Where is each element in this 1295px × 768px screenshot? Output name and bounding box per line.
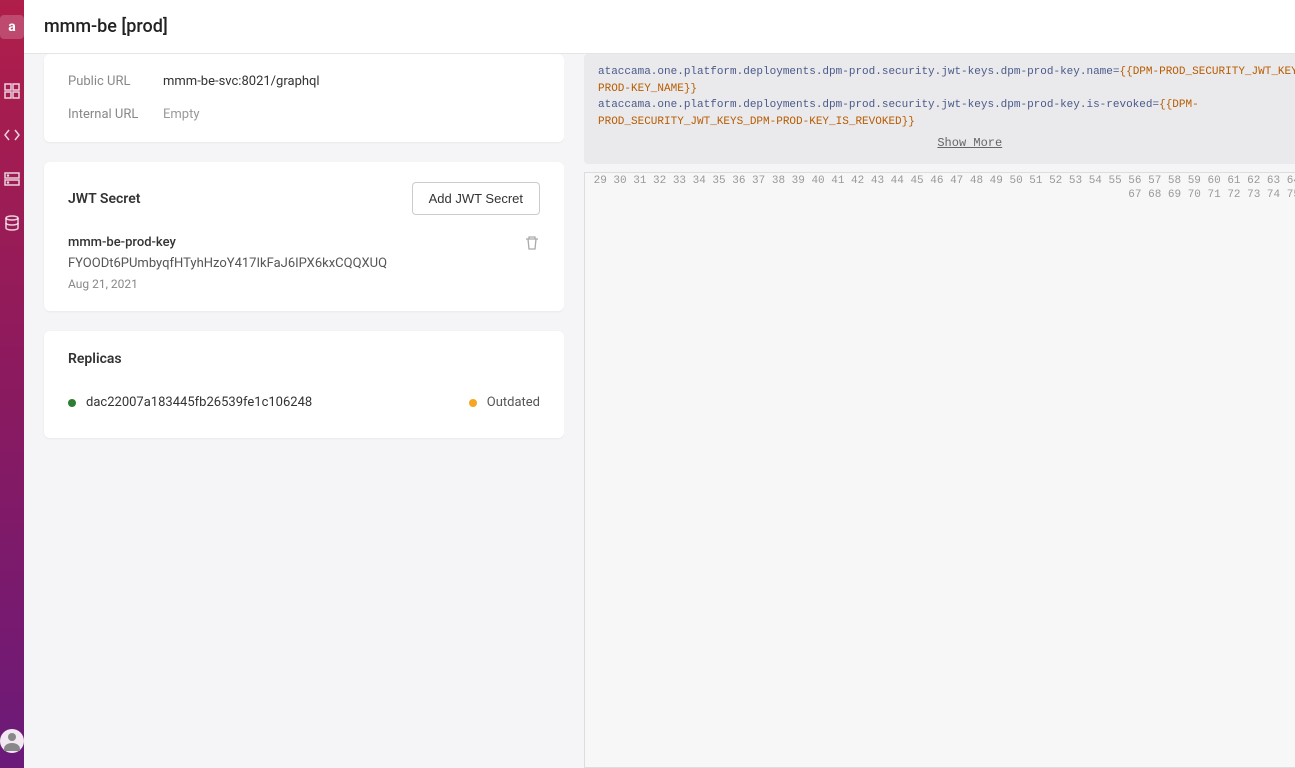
replica-status: Outdated	[487, 395, 540, 410]
code-editor[interactable]: 29 30 31 32 33 34 35 36 37 38 39 40 41 4…	[584, 172, 1295, 768]
delete-icon[interactable]	[524, 235, 540, 251]
sidebar: a	[0, 0, 24, 768]
show-more-link[interactable]: Show More	[598, 130, 1295, 156]
urls-card: Public URL mmm-be-svc:8021/graphql Inter…	[44, 54, 564, 142]
line-gutter: 29 30 31 32 33 34 35 36 37 38 39 40 41 4…	[585, 173, 1295, 767]
public-url-value: mmm-be-svc:8021/graphql	[163, 74, 320, 89]
jwt-key-date: Aug 21, 2021	[68, 277, 524, 291]
nav-dashboard-icon[interactable]	[0, 79, 24, 103]
internal-url-value: Empty	[163, 107, 200, 122]
nav-database-icon[interactable]	[0, 211, 24, 235]
page-title: mmm-be [prod]	[44, 16, 1295, 37]
public-url-label: Public URL	[68, 74, 163, 89]
jwt-key-value: FYOODt6PUmbyqfHTyhHzoY417IkFaJ6IPX6kxCQQ…	[68, 256, 524, 271]
jwt-title: JWT Secret	[68, 191, 140, 207]
config-preview: ataccama.one.platform.deployments.dpm-pr…	[584, 54, 1295, 164]
replica-id: dac22007a183445fb26539fe1c106248	[86, 395, 312, 410]
replicas-title: Replicas	[68, 351, 122, 367]
replicas-card: Replicas dac22007a183445fb26539fe1c10624…	[44, 331, 564, 438]
status-dot-green	[68, 399, 76, 407]
nav-server-icon[interactable]	[0, 167, 24, 191]
internal-url-label: Internal URL	[68, 107, 163, 122]
replica-row: dac22007a183445fb26539fe1c106248 Outdate…	[68, 387, 540, 418]
nav-code-icon[interactable]	[0, 123, 24, 147]
add-jwt-button[interactable]: Add JWT Secret	[412, 182, 540, 215]
page-header: mmm-be [prod]	[24, 0, 1295, 54]
user-avatar[interactable]	[0, 729, 24, 753]
app-logo[interactable]: a	[0, 15, 24, 39]
status-dot-orange	[469, 399, 477, 407]
jwt-key-name: mmm-be-prod-key	[68, 235, 524, 250]
jwt-card: JWT Secret Add JWT Secret mmm-be-prod-ke…	[44, 162, 564, 311]
